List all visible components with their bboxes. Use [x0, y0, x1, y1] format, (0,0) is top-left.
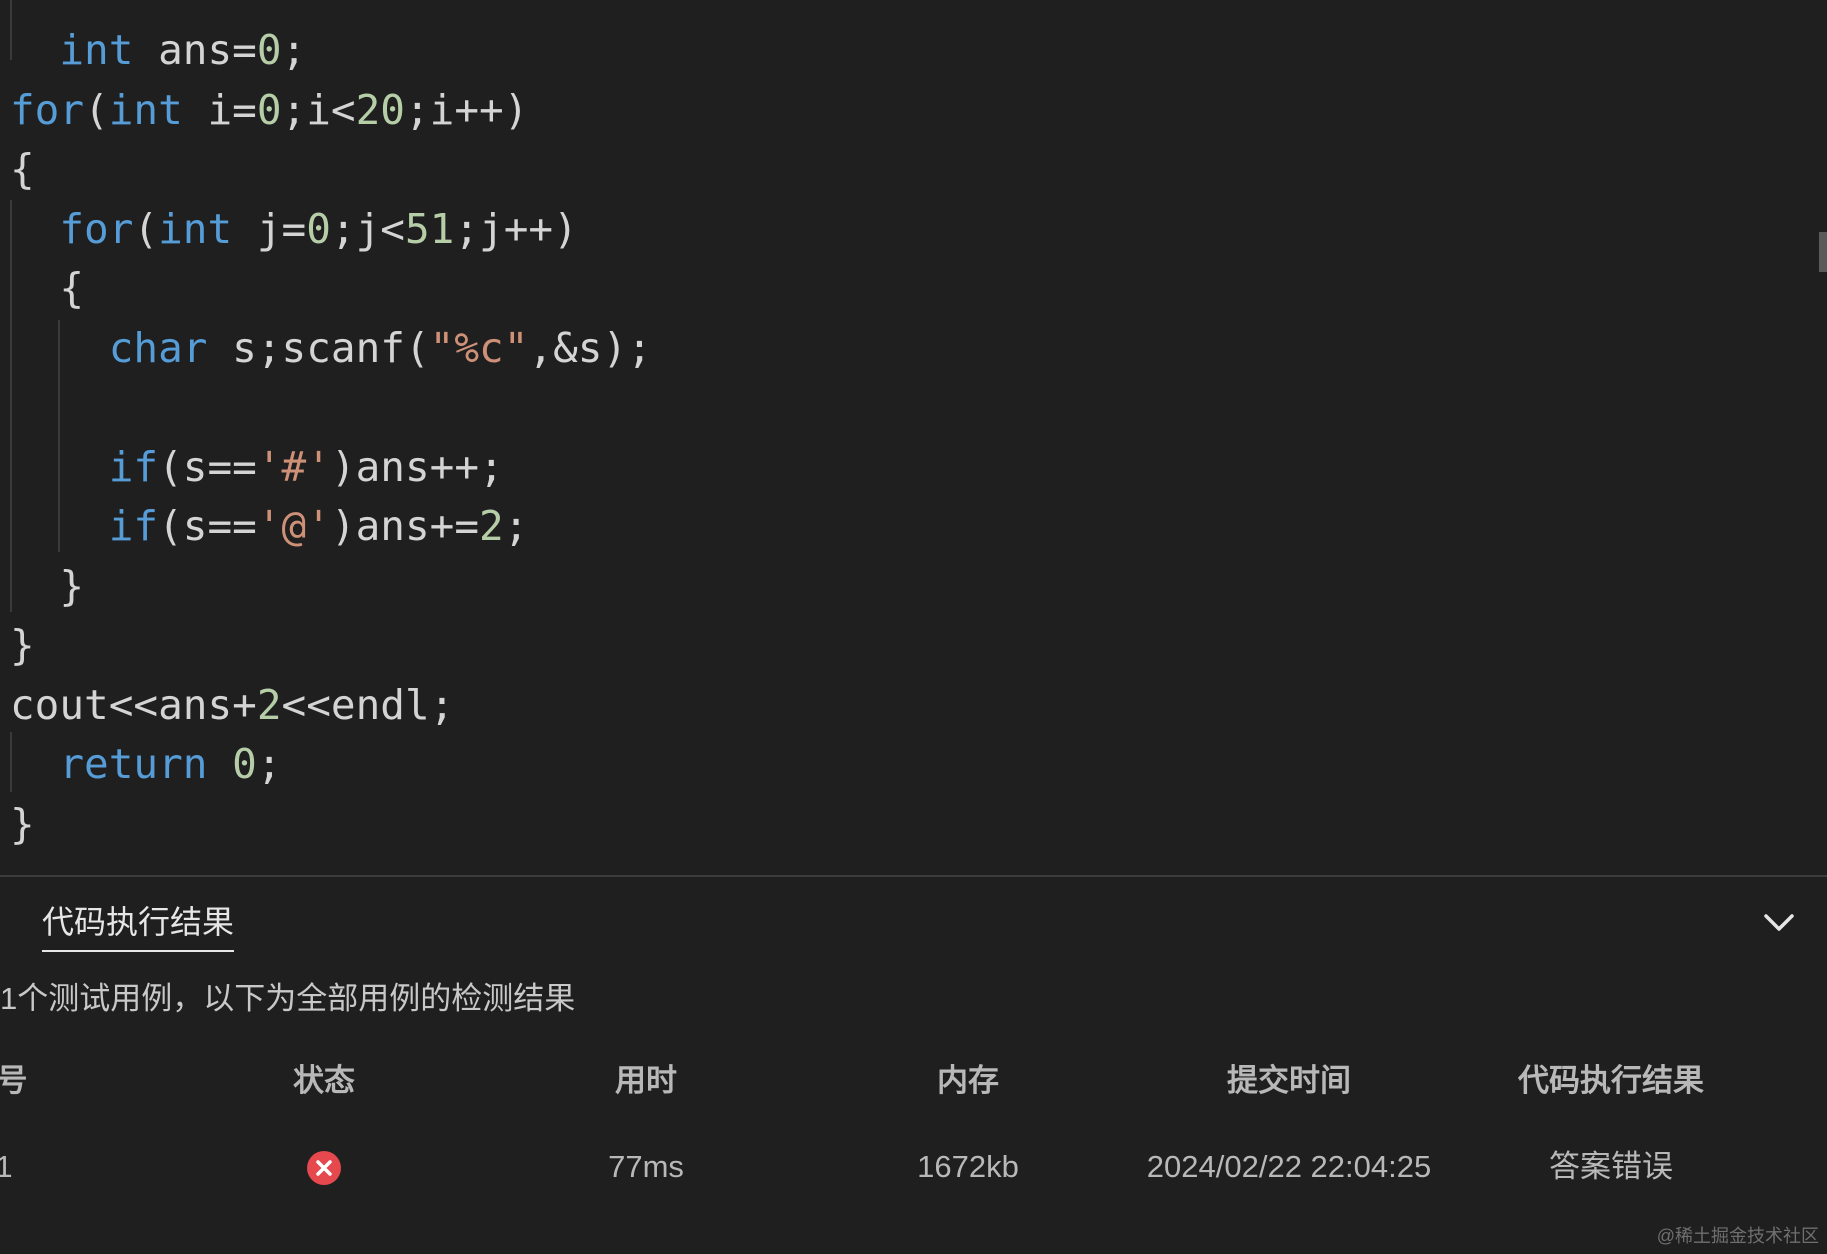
- code-token: j=: [232, 204, 307, 253]
- code-token: 2: [479, 502, 504, 550]
- code-token: 0: [256, 85, 282, 134]
- code-line[interactable]: }: [10, 556, 84, 616]
- indent-guide: [10, 200, 12, 612]
- code-token: (: [133, 204, 159, 253]
- code-token: 0: [232, 740, 257, 788]
- code-token: char: [108, 323, 208, 372]
- code-token: ;: [503, 502, 529, 550]
- cell-index: 1: [0, 1149, 13, 1184]
- code-line[interactable]: char s;scanf("%c",&s);: [10, 318, 652, 378]
- code-token: ;j++): [454, 204, 578, 253]
- code-token: '#': [256, 442, 331, 491]
- cell-time: 77ms: [608, 1149, 684, 1184]
- code-token: }: [10, 561, 85, 610]
- code-token: s;scanf(: [207, 323, 430, 372]
- chevron-down-icon[interactable]: [1761, 905, 1797, 941]
- code-token: }: [10, 621, 35, 669]
- code-line[interactable]: for(int i=0;i<20;i++): [10, 80, 528, 140]
- code-token: int: [158, 204, 233, 253]
- code-token: 0: [306, 204, 331, 253]
- code-line[interactable]: if(s=='#')ans++;: [10, 437, 504, 497]
- code-token: {: [10, 264, 85, 312]
- watermark: @稀土掘金技术社区: [1656, 1226, 1819, 1246]
- code-line[interactable]: int ans=0;: [10, 20, 306, 80]
- code-token: int: [59, 26, 134, 74]
- code-line[interactable]: cout<<ans+2<<endl;: [10, 675, 454, 735]
- column-header-time: 用时: [615, 1063, 677, 1098]
- code-token: {: [10, 145, 35, 193]
- code-token: ;: [256, 740, 282, 788]
- code-token: return: [59, 740, 208, 788]
- indent-guide: [10, 0, 12, 60]
- column-header-status: 状态: [293, 1063, 355, 1098]
- cell-result: 答案错误: [1549, 1149, 1673, 1184]
- code-token: ;j<: [330, 204, 405, 253]
- code-token: )ans++;: [330, 442, 504, 491]
- code-line[interactable]: }: [10, 794, 35, 854]
- error-x-icon: [306, 1150, 342, 1186]
- code-token: 0: [256, 26, 282, 74]
- code-token: int: [108, 85, 183, 134]
- code-line[interactable]: if(s=='@')ans+=2;: [10, 496, 529, 556]
- code-token: for: [10, 85, 85, 134]
- code-line[interactable]: return 0;: [10, 734, 282, 794]
- code-line[interactable]: }: [10, 615, 35, 675]
- test-summary: 1个测试用例，以下为全部用例的检测结果: [0, 981, 576, 1016]
- column-header-memory: 内存: [937, 1063, 999, 1098]
- code-token: for: [59, 204, 134, 253]
- code-token: (: [84, 85, 109, 134]
- cell-memory: 1672kb: [917, 1149, 1019, 1184]
- column-header-submit-time: 提交时间: [1227, 1063, 1351, 1098]
- code-token: }: [10, 799, 35, 848]
- code-token: ;i++): [405, 85, 529, 134]
- code-token: 51: [405, 204, 455, 253]
- column-header-result: 代码执行结果: [1518, 1063, 1704, 1098]
- cell-submit-time: 2024/02/22 22:04:25: [1146, 1149, 1432, 1184]
- code-token: (s==: [158, 442, 257, 491]
- code-token: "%c": [429, 323, 529, 372]
- indent-guide: [10, 732, 12, 792]
- code-line[interactable]: for(int j=0;j<51;j++): [10, 199, 578, 259]
- result-panel: 代码执行结果 1个测试用例，以下为全部用例的检测结果 号 状态 用时 内存 提交…: [0, 877, 1827, 1254]
- code-token: )ans+=: [330, 502, 480, 550]
- code-token: i=: [182, 85, 257, 134]
- code-token: 2: [256, 680, 282, 729]
- code-token: 20: [355, 85, 405, 134]
- code-token: if: [108, 442, 159, 491]
- scroll-thumb[interactable]: [1819, 232, 1827, 272]
- code-editor[interactable]: int ans=0; for(int i=0;i<20;i++){ for(int…: [0, 0, 1827, 875]
- code-line[interactable]: {: [10, 258, 84, 318]
- code-line[interactable]: {: [10, 139, 35, 199]
- editor-scrollbar[interactable]: [1819, 0, 1827, 875]
- code-token: <<endl;: [281, 680, 455, 729]
- tab-execution-result[interactable]: 代码执行结果: [42, 902, 235, 952]
- code-token: (s==: [158, 502, 257, 550]
- code-token: cout<<ans+: [10, 680, 257, 729]
- code-token: '@': [256, 502, 331, 550]
- code-token: if: [108, 502, 159, 550]
- code-token: ;: [281, 26, 307, 74]
- code-token: ;i<: [281, 85, 356, 134]
- code-token: ans=: [133, 26, 257, 74]
- code-token: ,&s);: [528, 323, 652, 372]
- column-header-index: 号: [0, 1063, 28, 1098]
- indent-guide: [58, 320, 60, 552]
